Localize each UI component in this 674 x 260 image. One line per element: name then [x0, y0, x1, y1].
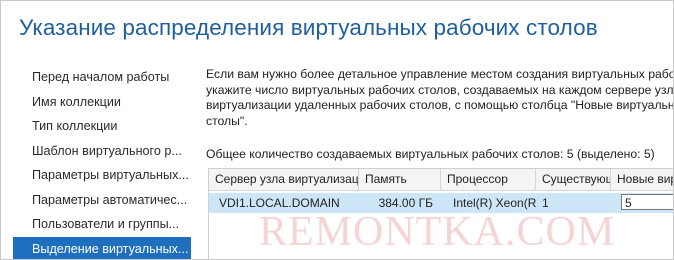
sidebar-item-collection-name[interactable]: Имя коллекции — [13, 90, 191, 115]
column-header-existing[interactable]: Существующ — [536, 169, 611, 190]
wizard-sidebar: Перед началом работы Имя коллекции Тип к… — [13, 65, 191, 259]
cell-new: 5 — [611, 193, 673, 213]
sidebar-item-users-and-groups[interactable]: Пользователи и группы... — [13, 212, 191, 237]
column-header-processor[interactable]: Процессор — [441, 169, 536, 190]
cell-server: VDI1.LOCAL.DOMAIN — [219, 196, 340, 210]
column-header-new[interactable]: Новые вир — [611, 169, 673, 190]
sidebar-item-collection-type[interactable]: Тип коллекции — [13, 114, 191, 139]
new-desktops-input[interactable]: 5 — [621, 194, 673, 210]
description-line: Если вам нужно более детальное управлени… — [206, 67, 674, 81]
total-desktops-summary: Общее количество создаваемых виртуальных… — [206, 147, 655, 161]
description-text: Если вам нужно более детальное управлени… — [206, 67, 674, 129]
wizard-window: Указание распределения виртуальных рабоч… — [0, 0, 674, 260]
cell-existing: 1 — [542, 196, 549, 210]
table-row[interactable]: VDI1.LOCAL.DOMAIN 384.00 ГБ Intel(R) Xeo… — [209, 193, 673, 213]
cell-memory: 384.00 ГБ — [378, 196, 433, 210]
sidebar-item-virtual-desktop-settings[interactable]: Параметры виртуальных... — [13, 163, 191, 188]
column-header-server[interactable]: Сервер узла виртуализаци — [209, 169, 359, 190]
cell-processor: Intel(R) Xeon(R) S — [453, 196, 536, 210]
description-line: укажите число виртуальных рабочих столов… — [206, 82, 674, 97]
sidebar-item-virtual-desktop-template[interactable]: Шаблон виртуального р... — [13, 139, 191, 164]
main-content: Если вам нужно более детальное управлени… — [206, 67, 674, 259]
grid-header: Сервер узла виртуализаци Память Процессо… — [209, 169, 673, 191]
sidebar-item-unattended-settings[interactable]: Параметры автоматичес... — [13, 188, 191, 213]
description-line: столы". — [206, 113, 248, 128]
sidebar-item-before-you-begin[interactable]: Перед началом работы — [13, 65, 191, 90]
sidebar-item-virtual-desktop-allocation[interactable]: Выделение виртуальных... — [13, 236, 191, 259]
page-title: Указание распределения виртуальных рабоч… — [19, 15, 598, 40]
column-header-memory[interactable]: Память — [359, 169, 441, 190]
allocation-grid: Сервер узла виртуализаци Память Процессо… — [208, 168, 673, 259]
description-line: виртуализации удаленных рабочих столов, … — [206, 98, 674, 113]
